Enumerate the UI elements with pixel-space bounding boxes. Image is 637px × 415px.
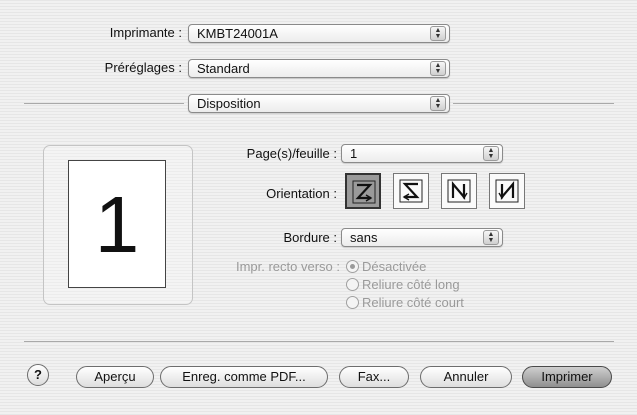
fax-button[interactable]: Fax... (339, 366, 409, 388)
duplex-option-label: Reliure côté court (362, 295, 464, 310)
cancel-button[interactable]: Annuler (420, 366, 512, 388)
popup-arrows-icon: ▲ ▼ (430, 61, 446, 76)
pane-popup[interactable]: Disposition ▲ ▼ (188, 94, 450, 113)
reverse-z-orientation-icon (399, 179, 423, 203)
orientation-reverse-n-button[interactable] (489, 173, 525, 209)
duplex-option-off[interactable]: Désactivée (346, 259, 426, 274)
radio-icon (346, 296, 359, 309)
duplex-option-label: Désactivée (362, 259, 427, 274)
orientation-n-button[interactable] (441, 173, 477, 209)
radio-selected-icon (346, 260, 359, 273)
presets-value: Standard (197, 61, 250, 76)
reverse-n-orientation-icon (495, 179, 519, 203)
n-orientation-icon (447, 179, 471, 203)
popup-arrows-icon: ▲ ▼ (483, 230, 499, 245)
orientation-label: Orientation : (266, 186, 337, 201)
presets-label: Préréglages : (104, 60, 182, 75)
printer-popup[interactable]: KMBT24001A ▲ ▼ (188, 24, 450, 43)
duplex-option-short-edge[interactable]: Reliure côté court (346, 295, 464, 310)
orientation-z-button[interactable] (345, 173, 381, 209)
printer-label: Imprimante : (109, 25, 182, 40)
pane-separator-right (453, 103, 614, 104)
pages-per-sheet-label: Page(s)/feuille : (246, 146, 337, 161)
print-button[interactable]: Imprimer (522, 366, 612, 388)
pane-value: Disposition (197, 96, 261, 111)
border-popup[interactable]: sans ▲ ▼ (341, 228, 503, 247)
border-value: sans (350, 230, 378, 245)
pages-per-sheet-value: 1 (350, 146, 358, 161)
popup-arrows-icon: ▲ ▼ (430, 96, 446, 111)
popup-arrows-icon: ▲ ▼ (430, 26, 446, 41)
layout-preview-page: 1 (68, 160, 166, 288)
duplex-label: Impr. recto verso : (235, 259, 340, 274)
preview-button[interactable]: Aperçu (76, 366, 154, 388)
pane-separator-left (24, 103, 184, 104)
duplex-option-label: Reliure côté long (362, 277, 460, 292)
save-as-pdf-button[interactable]: Enreg. comme PDF... (160, 366, 328, 388)
z-orientation-icon (352, 180, 376, 204)
help-button[interactable]: ? (27, 364, 49, 386)
printer-value: KMBT24001A (197, 26, 278, 41)
radio-icon (346, 278, 359, 291)
duplex-option-long-edge[interactable]: Reliure côté long (346, 277, 460, 292)
bottom-separator (24, 341, 614, 342)
pages-per-sheet-popup[interactable]: 1 ▲ ▼ (341, 144, 503, 163)
orientation-reverse-z-button[interactable] (393, 173, 429, 209)
popup-arrows-icon: ▲ ▼ (483, 146, 499, 161)
presets-popup[interactable]: Standard ▲ ▼ (188, 59, 450, 78)
print-dialog: Imprimante : KMBT24001A ▲ ▼ Préréglages :… (0, 0, 637, 415)
border-label: Bordure : (283, 230, 337, 245)
